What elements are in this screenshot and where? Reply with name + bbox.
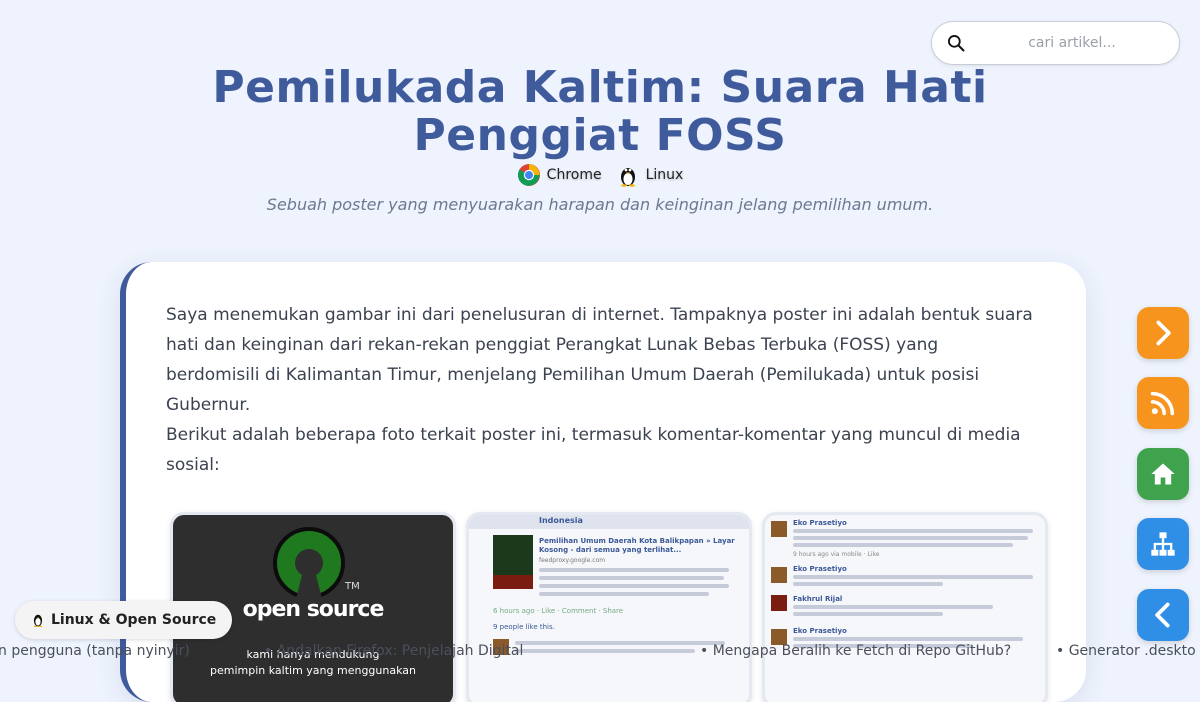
- gallery-image-facebook-post[interactable]: Indonesia Pemilihan Umum Daerah Kota Bal…: [466, 512, 752, 702]
- ticker-item[interactable]: • Generator .deskto: [1056, 643, 1196, 659]
- page-title: Pemilukada Kaltim: Suara Hati Penggiat F…: [212, 62, 988, 161]
- post-source: feedproxy.google.com: [539, 557, 606, 564]
- next-button[interactable]: [1137, 307, 1189, 359]
- sitemap-button[interactable]: [1137, 518, 1189, 570]
- tag-linux[interactable]: Linux: [616, 163, 684, 187]
- commenter-avatar: [771, 567, 787, 583]
- commenter-name[interactable]: Eko Prasetiyo: [793, 627, 847, 635]
- penguin-icon: [33, 614, 43, 627]
- home-icon: [1151, 463, 1175, 485]
- tag-list: Chrome Linux: [0, 163, 1200, 187]
- trademark-mark: TM: [345, 581, 360, 592]
- text-line: [793, 543, 1013, 547]
- sitemap-icon: [1151, 532, 1175, 556]
- chevron-right-icon: [1156, 320, 1171, 346]
- tag-chrome-label: Chrome: [546, 167, 602, 183]
- category-badge[interactable]: Linux & Open Source: [15, 601, 233, 639]
- commenter-avatar: [771, 595, 787, 611]
- search-icon: [948, 35, 965, 52]
- commenter-name[interactable]: Eko Prasetiyo: [793, 565, 847, 573]
- ticker-item[interactable]: • Mengapa Beralih ke Fetch di Repo GitHu…: [700, 643, 1011, 659]
- facebook-header-text: Indonesia: [539, 516, 583, 525]
- search-box[interactable]: [931, 21, 1180, 65]
- text-line: [539, 584, 729, 588]
- text-line: [539, 592, 709, 596]
- rss-button[interactable]: [1137, 377, 1189, 429]
- related-posts-ticker: n pengguna (tanpa nyinyir) • Andalkan Fi…: [0, 641, 1200, 663]
- text-line: [793, 605, 993, 609]
- search-input[interactable]: [976, 30, 1168, 56]
- text-line: [539, 576, 724, 580]
- text-line: [793, 536, 1028, 540]
- tux-icon: [620, 168, 635, 187]
- text-line: [793, 582, 943, 586]
- gallery-image-comments[interactable]: Eko Prasetiyo 9 hours ago via mobile · L…: [762, 512, 1048, 702]
- tag-linux-label: Linux: [645, 167, 684, 183]
- commenter-avatar: [771, 521, 787, 537]
- category-badge-label: Linux & Open Source: [51, 612, 217, 628]
- post-image-banner: [493, 575, 533, 589]
- commenter-name[interactable]: Eko Prasetiyo: [793, 519, 847, 527]
- article-card: Saya menemukan gambar ini dari penelusur…: [120, 262, 1086, 702]
- text-line: [793, 575, 1033, 579]
- ticker-item[interactable]: • Andalkan Firefox: Penjelajah Digital: [264, 643, 523, 659]
- tag-chrome[interactable]: Chrome: [517, 163, 602, 187]
- text-line: [539, 568, 729, 572]
- prev-button[interactable]: [1137, 589, 1189, 641]
- chrome-icon: [517, 164, 540, 186]
- text-line: [793, 529, 1033, 533]
- rss-icon: [1150, 391, 1175, 416]
- chevron-left-icon: [1155, 602, 1170, 628]
- commenter-name[interactable]: Fakhrul Rijal: [793, 595, 842, 603]
- open-source-logo: [273, 527, 345, 603]
- page-subtitle: Sebuah poster yang menyuarakan harapan d…: [266, 195, 934, 214]
- text-line: [793, 612, 943, 616]
- home-button[interactable]: [1137, 448, 1189, 500]
- article-body: Saya menemukan gambar ini dari penelusur…: [166, 300, 1036, 480]
- facebook-header: Indonesia: [469, 515, 749, 529]
- post-likes: 9 people like this.: [493, 623, 555, 631]
- comment-meta: 9 hours ago via mobile · Like: [793, 551, 880, 558]
- post-meta: 6 hours ago · Like · Comment · Share: [493, 607, 624, 615]
- article-paragraph: Berikut adalah beberapa foto terkait pos…: [166, 425, 1021, 475]
- article-paragraph: Saya menemukan gambar ini dari penelusur…: [166, 305, 1033, 415]
- post-link-title[interactable]: Pemilihan Umum Daerah Kota Balikpapan » …: [539, 537, 739, 555]
- poster-caption-line: pemimpin kaltim yang menggunakan: [210, 664, 416, 677]
- ticker-item[interactable]: n pengguna (tanpa nyinyir): [0, 643, 190, 659]
